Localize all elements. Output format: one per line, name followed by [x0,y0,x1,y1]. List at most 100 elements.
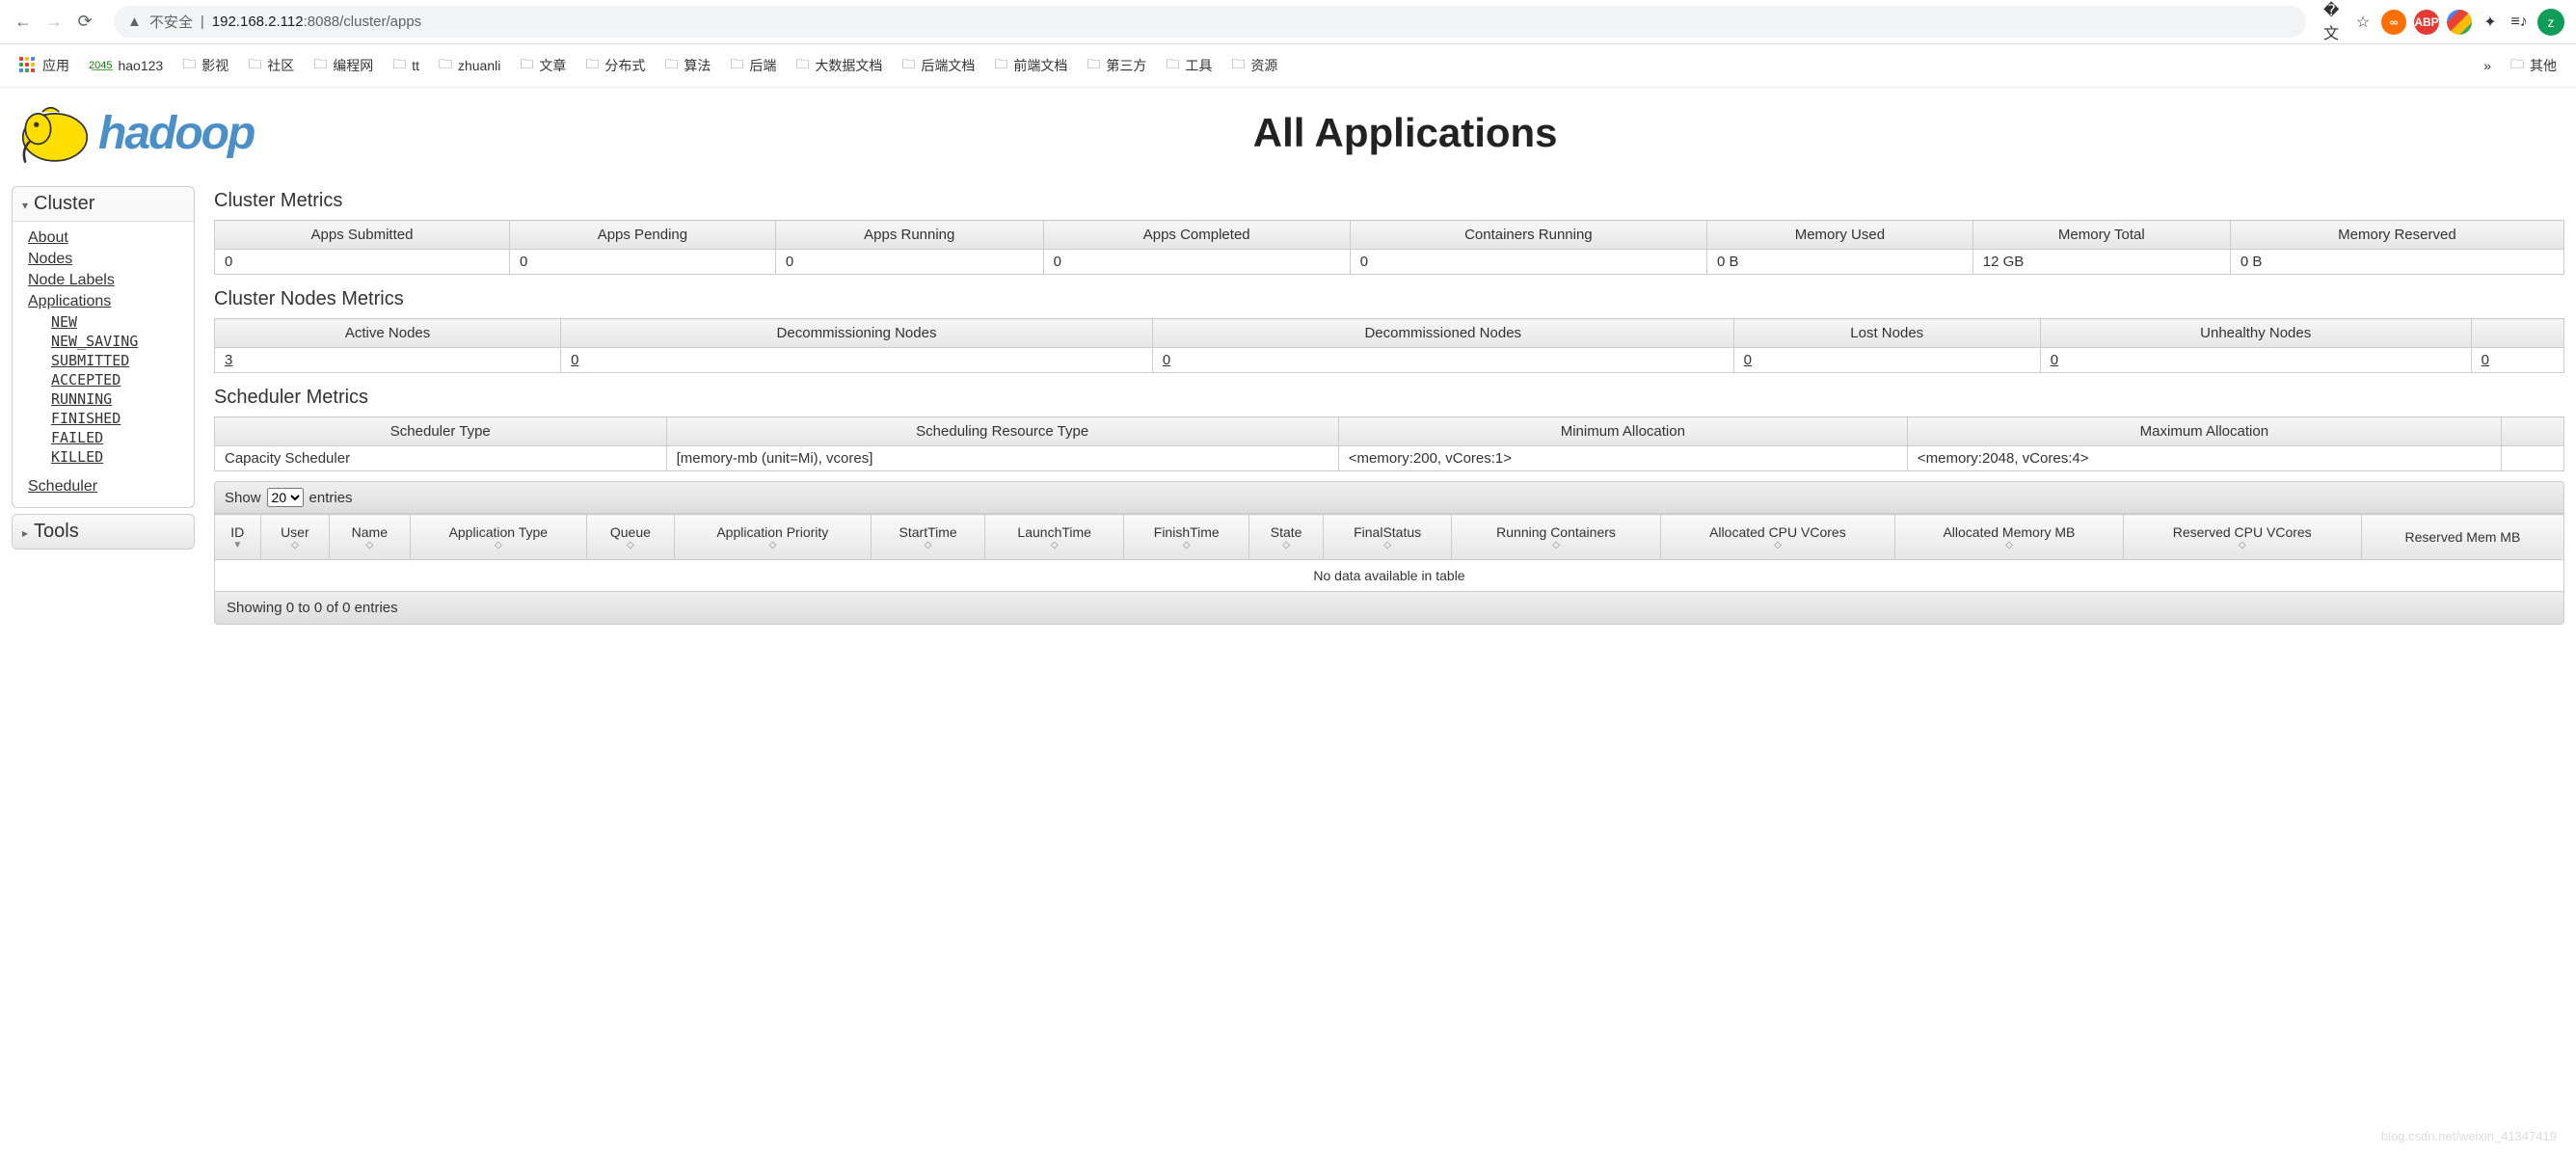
sidebar-link-node-labels[interactable]: Node Labels [28,270,194,291]
sort-icon: ◇ [418,542,579,550]
expand-icon [22,521,28,543]
translate-icon[interactable]: �文 [2323,12,2345,33]
profile-avatar[interactable]: z [2537,9,2564,36]
col-extra [2501,417,2563,446]
table-row: 0 0 0 0 0 0 B 12 GB 0 B [215,250,2564,275]
sidebar-cluster-header[interactable]: Cluster [13,187,194,221]
sidebar-state-finished[interactable]: FINISHED [51,409,194,428]
sidebar-link-about[interactable]: About [28,228,194,249]
back-button[interactable]: ← [12,11,35,34]
bookmark-folder[interactable]: 🗀文章 [512,50,574,81]
col-id[interactable]: ID▼ [215,515,261,560]
active-nodes-link[interactable]: 3 [225,352,232,368]
bookmark-folder[interactable]: 🗀前端文档 [986,50,1075,81]
folder-icon: 🗀 [248,54,261,77]
folder-icon: 🗀 [994,54,1007,77]
col-priority[interactable]: Application Priority◇ [674,515,871,560]
sidebar-state-submitted[interactable]: SUBMITTED [51,351,194,370]
sidebar-state-accepted[interactable]: ACCEPTED [51,370,194,389]
sidebar-link-scheduler[interactable]: Scheduler [28,476,194,497]
sort-icon: ◇ [1903,542,2114,550]
bookmark-folder[interactable]: 🗀zhuanli [431,50,508,81]
sidebar-state-running[interactable]: RUNNING [51,389,194,409]
bookmark-folder[interactable]: 🗀分布式 [577,50,653,81]
bookmark-folder[interactable]: 🗀社区 [240,50,302,81]
decommissioning-link[interactable]: 0 [571,352,578,368]
sort-icon: ◇ [1331,542,1444,550]
bookmark-folder[interactable]: 🗀后端 [722,50,784,81]
bookmark-hao123[interactable]: 2͟0͟4͟5hao123 [81,54,171,77]
col-launchtime[interactable]: LaunchTime◇ [985,515,1124,560]
folder-icon: 🗀 [1087,54,1100,77]
bookmark-star-icon[interactable]: ☆ [2352,12,2374,33]
sidebar-state-killed[interactable]: KILLED [51,447,194,467]
sidebar-state-new-saving[interactable]: NEW_SAVING [51,332,194,351]
show-entries-control: Show 20 entries [214,481,2564,514]
col-app-type[interactable]: Application Type◇ [410,515,587,560]
col-user[interactable]: User◇ [260,515,330,560]
bookmark-folder[interactable]: 🗀影视 [174,50,236,81]
unhealthy-nodes-link[interactable]: 0 [2051,352,2058,368]
sort-icon: ◇ [337,542,401,550]
col-alloc-cpu[interactable]: Allocated CPU VCores◇ [1660,515,1895,560]
reading-list-icon[interactable]: ≡♪ [2509,12,2530,33]
sort-icon: ◇ [879,542,977,550]
bookmark-folder[interactable]: 🗀编程网 [306,50,381,81]
col-reserved-cpu[interactable]: Reserved CPU VCores◇ [2123,515,2361,560]
not-secure-label: 不安全 [149,12,193,32]
bookmark-folder[interactable]: 🗀工具 [1158,50,1220,81]
col-finishtime[interactable]: FinishTime◇ [1124,515,1249,560]
scheduler-metrics-title: Scheduler Metrics [214,383,2564,416]
bookmark-folder[interactable]: 🗀资源 [1223,50,1285,81]
bookmark-folder[interactable]: 🗀大数据文档 [788,50,890,81]
bookmarks-overflow[interactable]: » [2483,58,2491,73]
col-name[interactable]: Name◇ [330,515,410,560]
reload-button[interactable]: ⟳ [73,11,96,34]
col-reserved-mem[interactable]: Reserved Mem MB [2361,515,2563,560]
col-running-containers[interactable]: Running Containers◇ [1452,515,1660,560]
page-header: hadoop All Applications [0,88,2576,186]
bookmark-folder[interactable]: 🗀后端文档 [894,50,982,81]
sidebar-link-nodes[interactable]: Nodes [28,249,194,270]
col-min-alloc: Minimum Allocation [1338,417,1907,446]
sidebar-state-new[interactable]: NEW [51,312,194,332]
bookmark-folder[interactable]: 🗀tt [385,50,427,81]
col-state[interactable]: State◇ [1249,515,1323,560]
entries-select[interactable]: 20 [267,488,304,507]
col-alloc-mem[interactable]: Allocated Memory MB◇ [1895,515,2123,560]
forward-button[interactable]: → [42,11,66,34]
other-bookmarks-folder[interactable]: 🗀其他 [2503,50,2564,81]
col-starttime[interactable]: StartTime◇ [871,515,984,560]
cluster-metrics-table: Apps Submitted Apps Pending Apps Running… [214,220,2564,275]
col-finalstatus[interactable]: FinalStatus◇ [1323,515,1452,560]
sort-desc-icon: ▼ [223,542,253,550]
sidebar-tools-header[interactable]: Tools [13,515,194,549]
apps-shortcut[interactable]: 应用 [12,52,77,79]
sort-icon: ◇ [1132,542,1241,550]
col-memory-reserved: Memory Reserved [2230,221,2563,250]
col-scheduler-type: Scheduler Type [215,417,667,446]
hadoop-logo[interactable]: hadoop [12,99,254,167]
folder-icon: 🗀 [1166,54,1179,77]
sort-icon: ◇ [683,542,863,550]
sidebar-tools-section: Tools [12,514,195,550]
adblock-icon[interactable]: ABP [2414,10,2439,35]
bookmark-folder[interactable]: 🗀第三方 [1079,50,1154,81]
extra-link[interactable]: 0 [2482,352,2489,368]
page-title: All Applications [254,110,2557,156]
decommissioned-link[interactable]: 0 [1163,352,1170,368]
folder-icon: 🗀 [439,54,452,77]
extension-icon-1[interactable]: ∞ [2381,10,2406,35]
folder-icon: 🗀 [392,54,406,77]
col-queue[interactable]: Queue◇ [587,515,675,560]
sidebar-link-applications[interactable]: Applications [28,291,194,312]
folder-icon: 🗀 [313,54,327,77]
extension-icon-2[interactable] [2447,10,2472,35]
col-apps-running: Apps Running [775,221,1043,250]
sidebar-state-failed[interactable]: FAILED [51,428,194,447]
extensions-puzzle-icon[interactable]: ✦ [2480,12,2501,33]
address-bar[interactable]: ▲ 不安全 | 192.168.2.112:8088/cluster/apps [114,6,2306,38]
col-decommissioning-nodes: Decommissioning Nodes [561,319,1153,348]
lost-nodes-link[interactable]: 0 [1744,352,1752,368]
bookmark-folder[interactable]: 🗀算法 [657,50,718,81]
